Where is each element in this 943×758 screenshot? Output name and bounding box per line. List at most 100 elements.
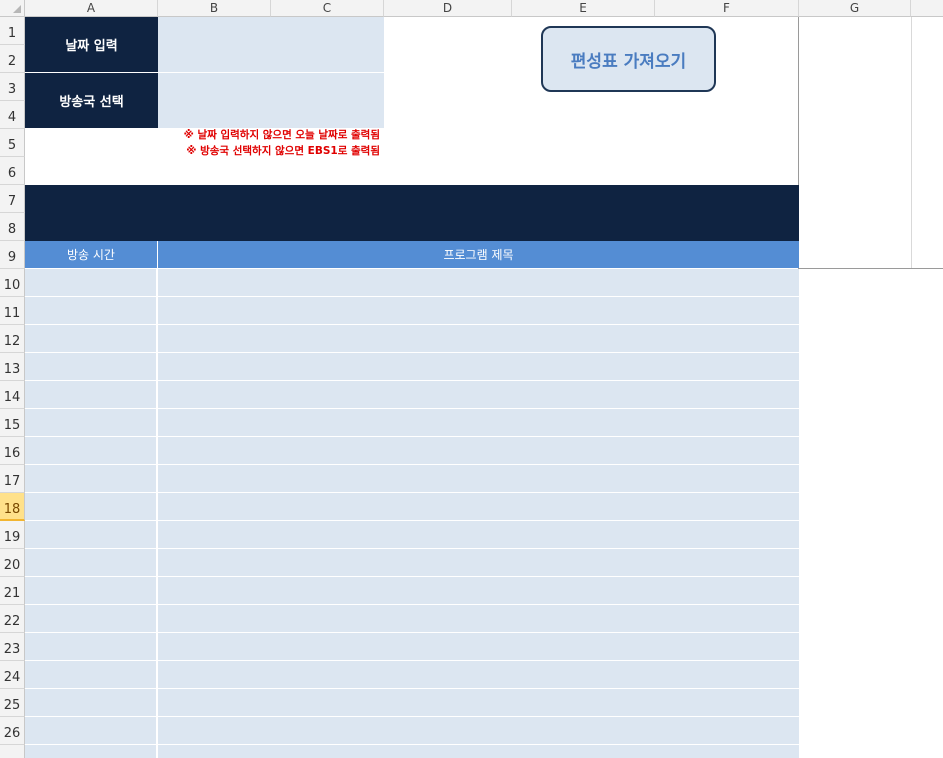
- column-header-f[interactable]: F: [655, 0, 799, 17]
- program-title-cell[interactable]: [158, 661, 799, 688]
- row-header-8[interactable]: 8: [0, 213, 25, 241]
- program-title-cell[interactable]: [158, 549, 799, 576]
- fetch-schedule-label: 편성표 가져오기: [570, 51, 687, 72]
- row-header-26[interactable]: 26: [0, 717, 25, 745]
- program-title-cell[interactable]: [158, 325, 799, 352]
- row-header-4[interactable]: 4: [0, 101, 25, 129]
- gridline: [799, 268, 943, 269]
- row-header-22[interactable]: 22: [0, 605, 25, 633]
- time-cell[interactable]: [25, 269, 157, 296]
- table-row: [25, 297, 799, 325]
- row-header-13[interactable]: 13: [0, 353, 25, 381]
- time-cell[interactable]: [25, 605, 157, 632]
- note-station: ※ 방송국 선택하지 않으면 EBS1로 출력됨: [186, 145, 380, 157]
- date-label: 날짜 입력: [65, 39, 118, 54]
- row-header-19[interactable]: 19: [0, 521, 25, 549]
- row-header-11[interactable]: 11: [0, 297, 25, 325]
- column-header-g[interactable]: G: [799, 0, 911, 17]
- program-title-cell[interactable]: [158, 269, 799, 296]
- time-cell[interactable]: [25, 325, 157, 352]
- row-header-18-selected[interactable]: 18: [0, 493, 25, 521]
- date-label-cell: 날짜 입력: [25, 17, 158, 72]
- time-cell[interactable]: [25, 297, 157, 324]
- note-date: ※ 날짜 입력하지 않으면 오늘 날짜로 출력됨: [183, 129, 380, 141]
- fetch-schedule-button[interactable]: 편성표 가져오기: [541, 26, 716, 92]
- program-title-cell[interactable]: [158, 381, 799, 408]
- column-header-e[interactable]: E: [512, 0, 655, 17]
- table-row: [25, 661, 799, 689]
- program-title-cell[interactable]: [158, 353, 799, 380]
- time-cell[interactable]: [25, 577, 157, 604]
- table-row: [25, 549, 799, 577]
- time-cell[interactable]: [25, 521, 157, 548]
- select-all-icon: [13, 5, 21, 13]
- time-cell[interactable]: [25, 409, 157, 436]
- program-title-cell[interactable]: [158, 745, 799, 758]
- date-input-cell[interactable]: [158, 17, 384, 72]
- row-header-21[interactable]: 21: [0, 577, 25, 605]
- row-header-14[interactable]: 14: [0, 381, 25, 409]
- row-header-1[interactable]: 1: [0, 17, 25, 45]
- time-cell[interactable]: [25, 689, 157, 716]
- row-header-12[interactable]: 12: [0, 325, 25, 353]
- table-row: [25, 437, 799, 465]
- table-row: [25, 381, 799, 409]
- time-cell[interactable]: [25, 633, 157, 660]
- row-header-20[interactable]: 20: [0, 549, 25, 577]
- time-column-header-label: 방송 시간: [67, 248, 115, 262]
- table-row: [25, 689, 799, 717]
- program-title-cell[interactable]: [158, 493, 799, 520]
- column-header-a[interactable]: A: [25, 0, 158, 17]
- program-title-cell[interactable]: [158, 521, 799, 548]
- time-cell[interactable]: [25, 465, 157, 492]
- row-header-3[interactable]: 3: [0, 73, 25, 101]
- time-cell[interactable]: [25, 717, 157, 744]
- program-title-cell[interactable]: [158, 297, 799, 324]
- station-select-cell[interactable]: [158, 73, 384, 128]
- row-header-5[interactable]: 5: [0, 129, 25, 157]
- time-cell[interactable]: [25, 353, 157, 380]
- program-title-cell[interactable]: [158, 605, 799, 632]
- row-header-2[interactable]: 2: [0, 45, 25, 73]
- row-header-7[interactable]: 7: [0, 185, 25, 213]
- time-cell[interactable]: [25, 493, 157, 520]
- title-banner: [25, 185, 799, 241]
- table-row: [25, 325, 799, 353]
- time-cell[interactable]: [25, 437, 157, 464]
- time-cell[interactable]: [25, 745, 157, 758]
- program-title-cell[interactable]: [158, 717, 799, 744]
- row-header-17[interactable]: 17: [0, 465, 25, 493]
- row-header-10[interactable]: 10: [0, 269, 25, 297]
- row-header-9[interactable]: 9: [0, 241, 25, 269]
- table-row: [25, 745, 799, 758]
- column-header-h[interactable]: [911, 0, 943, 17]
- row-header-16[interactable]: 16: [0, 437, 25, 465]
- program-title-cell[interactable]: [158, 409, 799, 436]
- column-header-d[interactable]: D: [384, 0, 512, 17]
- program-title-cell[interactable]: [158, 633, 799, 660]
- row-header-27[interactable]: [0, 745, 25, 758]
- row-header-15[interactable]: 15: [0, 409, 25, 437]
- table-row: [25, 493, 799, 521]
- time-cell[interactable]: [25, 661, 157, 688]
- program-title-cell[interactable]: [158, 689, 799, 716]
- select-all-corner[interactable]: [0, 0, 25, 17]
- program-title-cell[interactable]: [158, 577, 799, 604]
- column-header-b[interactable]: B: [158, 0, 271, 17]
- time-column-header: 방송 시간: [25, 241, 158, 268]
- time-cell[interactable]: [25, 549, 157, 576]
- table-row: [25, 577, 799, 605]
- row-header-25[interactable]: 25: [0, 689, 25, 717]
- row-header-24[interactable]: 24: [0, 661, 25, 689]
- table-row: [25, 409, 799, 437]
- program-title-cell[interactable]: [158, 437, 799, 464]
- title-column-header-label: 프로그램 제목: [443, 248, 514, 262]
- station-label: 방송국 선택: [59, 95, 124, 110]
- column-header-c[interactable]: C: [271, 0, 384, 17]
- row-header-23[interactable]: 23: [0, 633, 25, 661]
- program-title-cell[interactable]: [158, 465, 799, 492]
- time-cell[interactable]: [25, 381, 157, 408]
- row-header-6[interactable]: 6: [0, 157, 25, 185]
- table-row: [25, 633, 799, 661]
- title-column-header: 프로그램 제목: [158, 241, 799, 268]
